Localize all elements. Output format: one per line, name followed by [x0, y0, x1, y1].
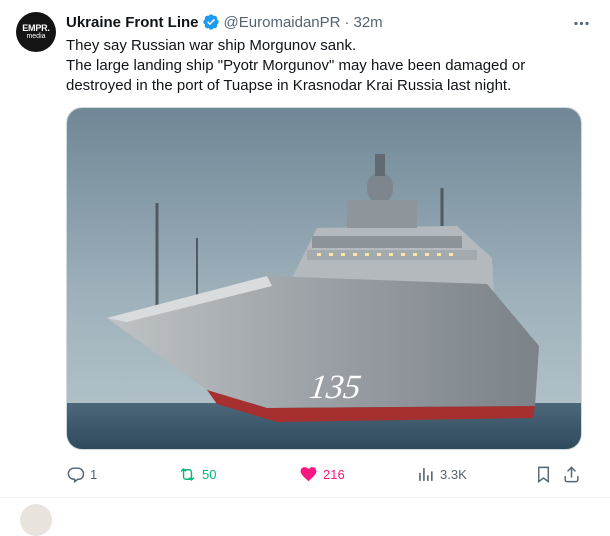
reply-count: 1: [90, 466, 98, 482]
post-text-line: The large landing ship "Pyotr Morgunov" …: [66, 57, 526, 74]
post-actions: 1 50 216 3.3K: [66, 462, 586, 486]
views-button[interactable]: 3.3K: [416, 462, 467, 486]
repost-count: 50: [202, 466, 217, 482]
like-count: 216: [323, 466, 345, 482]
avatar-text-line2: media: [26, 32, 46, 40]
author-handle[interactable]: @EuromaidanPR: [224, 14, 341, 31]
avatar-text-line1: EMPR.: [22, 22, 50, 33]
repost-button[interactable]: 50: [178, 462, 216, 486]
share-button[interactable]: [562, 462, 581, 486]
author-name[interactable]: Ukraine Front Line: [66, 14, 199, 31]
post-text-line: destroyed in the port of Tuapse in Krasn…: [66, 77, 512, 94]
separator-dot: ·: [344, 13, 350, 31]
post-image[interactable]: 135: [66, 107, 582, 450]
like-button[interactable]: 216: [299, 462, 345, 486]
warship-photo: 135: [67, 108, 581, 449]
repost-icon: [180, 467, 195, 481]
more-options-icon[interactable]: [570, 12, 592, 34]
views-chart-icon: [419, 467, 433, 481]
views-count: 3.3K: [440, 466, 467, 482]
post-divider: [0, 497, 610, 498]
share-icon: [564, 465, 579, 482]
post-timestamp[interactable]: 32m: [353, 14, 382, 31]
post-text-line: They say Russian war ship Morgunov sank.: [66, 37, 357, 54]
bookmark-icon: [538, 466, 549, 483]
hull-number: 135: [307, 369, 363, 406]
reply-icon: [67, 466, 85, 483]
verified-badge-icon[interactable]: [202, 13, 220, 31]
reply-button[interactable]: 1: [66, 462, 97, 486]
heart-icon: [300, 466, 317, 481]
next-post-avatar[interactable]: [20, 504, 52, 536]
bookmark-button[interactable]: [534, 462, 553, 486]
post-text: They say Russian war ship Morgunov sank.…: [66, 36, 586, 96]
author-avatar[interactable]: EMPR. media: [16, 12, 56, 52]
post-header: Ukraine Front Line @EuromaidanPR · 32m: [66, 11, 594, 33]
